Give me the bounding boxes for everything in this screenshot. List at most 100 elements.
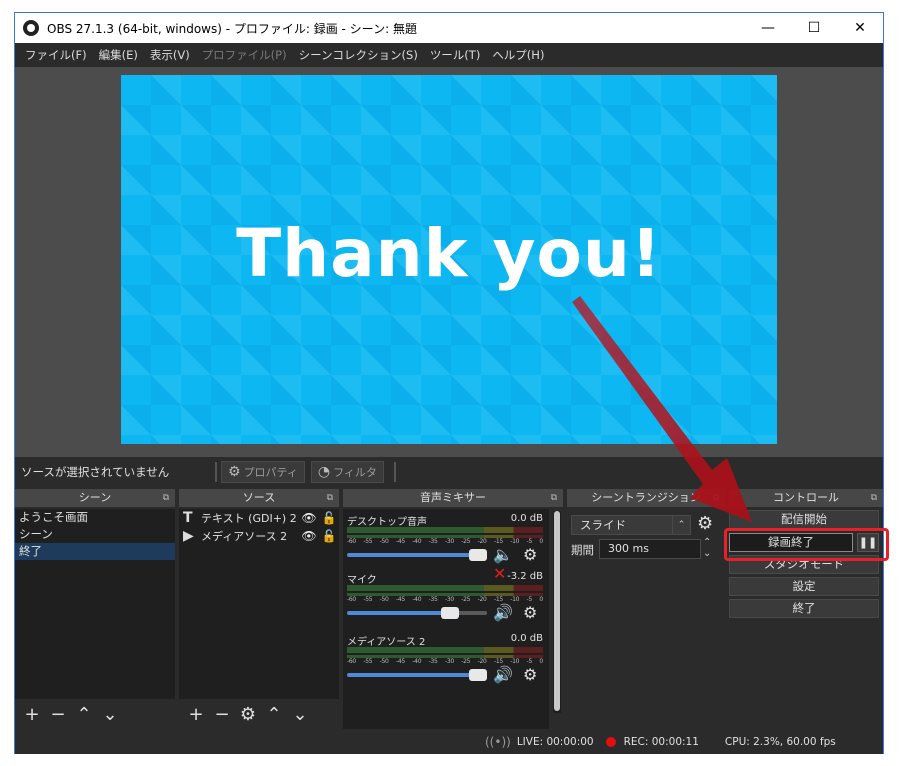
meter-tick-label: -35 bbox=[428, 658, 438, 665]
transition-select[interactable]: スライド ⌃⌄ bbox=[571, 515, 691, 548]
title-bar: OBS 27.1.3 (64-bit, windows) - プロファイル: 録… bbox=[15, 13, 883, 43]
eye-icon[interactable]: 👁 bbox=[299, 529, 319, 543]
settings-button[interactable]: 設定 bbox=[729, 577, 879, 596]
mixer-channel: デスクトップ音声 0.0 dB -60 -55 -50 -45 -40 -35 -30 -25… bbox=[347, 513, 543, 583]
move-up-icon[interactable]: ⌃ bbox=[261, 702, 287, 726]
scenes-dock-header: シーン ⧉ bbox=[15, 489, 175, 507]
duration-input[interactable]: 300 ms bbox=[599, 539, 701, 559]
channel-db: -3.2 dB bbox=[507, 571, 543, 582]
gear-icon[interactable]: ⚙ bbox=[523, 545, 537, 564]
meter-tick-label: -55 bbox=[363, 596, 373, 603]
volume-slider[interactable] bbox=[347, 607, 487, 619]
sources-dock-header: ソース ⧉ bbox=[179, 489, 339, 507]
scene-list: ようこそ画面 シーン 終了 bbox=[15, 509, 175, 699]
menu-help[interactable]: ヘルプ(H) bbox=[486, 47, 550, 63]
meter-tick-label: -60 bbox=[347, 658, 356, 665]
gear-icon[interactable]: ⚙ bbox=[697, 513, 713, 534]
obs-window: OBS 27.1.3 (64-bit, windows) - プロファイル: 録… bbox=[14, 12, 884, 754]
scrollbar-thumb[interactable] bbox=[554, 511, 560, 711]
transition-selected: スライド bbox=[580, 518, 626, 532]
meter-tick-label: -30 bbox=[444, 596, 454, 603]
slider-knob[interactable] bbox=[469, 669, 487, 681]
meter-tick-label: -20 bbox=[477, 538, 487, 545]
menu-view[interactable]: 表示(V) bbox=[144, 47, 196, 63]
meter-tick-label: -5 bbox=[526, 658, 533, 665]
undock-icon[interactable]: ⧉ bbox=[713, 489, 719, 507]
undock-icon[interactable]: ⧉ bbox=[551, 489, 557, 507]
mixer-channel: メディアソース 2 0.0 dB -60 -55 -50 -45 -40 -35 -30 -2… bbox=[347, 633, 543, 684]
status-bar: ((•)) LIVE: 00:00:00 REC: 00:00:11 CPU: … bbox=[15, 729, 883, 754]
move-up-icon[interactable]: ⌃ bbox=[71, 702, 97, 726]
meter-tick-label: -35 bbox=[428, 596, 438, 603]
lock-icon[interactable]: 🔓 bbox=[319, 511, 339, 525]
source-item[interactable]: ▶ メディアソース 2 👁 🔓 bbox=[179, 527, 339, 545]
scene-item[interactable]: ようこそ画面 bbox=[15, 509, 175, 526]
meter-tick-label: 0 bbox=[539, 538, 543, 545]
exit-button[interactable]: 終了 bbox=[729, 599, 879, 618]
duration-label: 期間 bbox=[571, 543, 594, 557]
lock-icon[interactable]: 🔓 bbox=[319, 529, 339, 543]
menu-scene-collection[interactable]: シーンコレクション(S) bbox=[293, 47, 424, 63]
meter-tick-label: -15 bbox=[493, 596, 503, 603]
level-meter bbox=[347, 585, 543, 591]
close-button[interactable]: ✕ bbox=[837, 13, 883, 43]
controls-dock-title: コントロール bbox=[773, 491, 839, 504]
volume-slider[interactable] bbox=[347, 549, 487, 561]
maximize-button[interactable]: ☐ bbox=[791, 13, 837, 43]
slider-knob[interactable] bbox=[441, 607, 459, 619]
meter-tick-label: -25 bbox=[461, 596, 471, 603]
meter-tick-label: -10 bbox=[510, 596, 520, 603]
move-down-icon[interactable]: ⌄ bbox=[97, 702, 123, 726]
meter-tick-label: -5 bbox=[526, 538, 533, 545]
audio-mixer-dock: 音声ミキサー ⧉ デスクトップ音声 0.0 dB -60 -55 -50 -45 -40… bbox=[343, 489, 563, 729]
meter-tick-label: -35 bbox=[428, 538, 438, 545]
obs-logo-icon bbox=[23, 20, 39, 36]
updown-icon[interactable]: ⌃⌄ bbox=[672, 516, 690, 548]
sources-dock: ソース ⧉ T テキスト (GDI+) 2 👁 🔓 ▶ メディアソース 2 👁 … bbox=[179, 489, 339, 729]
menu-file[interactable]: ファイル(F) bbox=[19, 47, 93, 63]
scene-transition-dock: シーントランジション ⧉ スライド ⌃⌄ ⚙ 期間 300 ms ⌃⌄ bbox=[567, 489, 725, 729]
menu-edit[interactable]: 編集(E) bbox=[93, 47, 144, 63]
undock-icon[interactable]: ⧉ bbox=[871, 489, 877, 507]
undock-icon[interactable]: ⧉ bbox=[163, 489, 169, 507]
minimize-button[interactable]: — bbox=[745, 13, 791, 43]
add-icon[interactable]: + bbox=[183, 702, 209, 726]
volume-slider[interactable] bbox=[347, 669, 487, 681]
menu-tools[interactable]: ツール(T) bbox=[424, 47, 487, 63]
gear-icon[interactable]: ⚙ bbox=[523, 603, 537, 622]
scene-item[interactable]: シーン bbox=[15, 526, 175, 543]
meter-tick-label: -60 bbox=[347, 538, 356, 545]
start-streaming-button[interactable]: 配信開始 bbox=[729, 510, 879, 529]
undock-icon[interactable]: ⧉ bbox=[327, 489, 333, 507]
meter-tick-label: -5 bbox=[526, 596, 533, 603]
gear-icon[interactable]: ⚙ bbox=[235, 702, 261, 726]
filters-button[interactable]: ◔ フィルタ bbox=[310, 461, 384, 483]
mixer-scrollbar[interactable] bbox=[553, 511, 561, 713]
menu-profile[interactable]: プロファイル(P) bbox=[196, 47, 293, 63]
speaker-icon[interactable]: 🔊 bbox=[493, 665, 517, 684]
source-item[interactable]: T テキスト (GDI+) 2 👁 🔓 bbox=[179, 509, 339, 527]
add-icon[interactable]: + bbox=[19, 702, 45, 726]
meter-tick-label: -50 bbox=[379, 596, 389, 603]
eye-icon[interactable]: 👁 bbox=[299, 511, 319, 525]
slider-knob[interactable] bbox=[469, 549, 487, 561]
remove-icon[interactable]: − bbox=[45, 702, 71, 726]
remove-icon[interactable]: − bbox=[209, 702, 235, 726]
meter-tick-label: -40 bbox=[412, 538, 422, 545]
channel-db: 0.0 dB bbox=[510, 513, 543, 524]
source-label: テキスト (GDI+) 2 bbox=[201, 512, 297, 525]
preview-canvas[interactable]: Thank you! bbox=[121, 75, 777, 444]
sources-toolbar: + − ⚙ ⌃ ⌄ bbox=[179, 699, 339, 729]
gear-icon[interactable]: ⚙ bbox=[523, 665, 537, 684]
meter-tick-label: -25 bbox=[461, 538, 471, 545]
text-icon: T bbox=[183, 510, 193, 526]
properties-button[interactable]: ⚙ プロパティ bbox=[221, 461, 305, 483]
gear-icon: ⚙ bbox=[228, 464, 241, 480]
meter-tick-label: -20 bbox=[477, 658, 487, 665]
speaker-icon[interactable]: 🔊 bbox=[493, 603, 517, 622]
meter-tick-label: -10 bbox=[510, 538, 520, 545]
transition-panel: スライド ⌃⌄ ⚙ 期間 300 ms ⌃⌄ bbox=[567, 509, 725, 729]
duration-stepper[interactable]: ⌃ ⌄ bbox=[703, 537, 711, 559]
move-down-icon[interactable]: ⌄ bbox=[287, 702, 313, 726]
scene-item[interactable]: 終了 bbox=[15, 543, 175, 560]
